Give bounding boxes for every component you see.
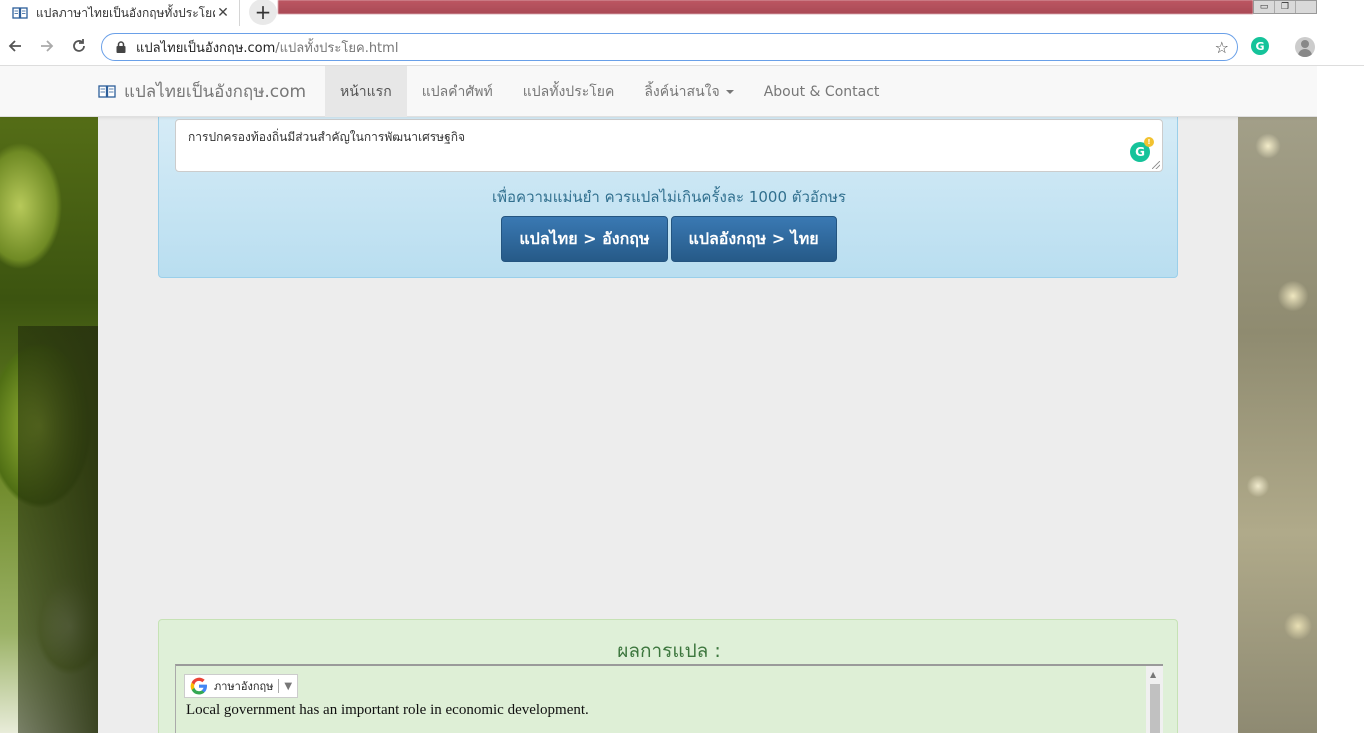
grammarly-icon[interactable]: G ! — [1130, 137, 1154, 162]
result-title: ผลการแปล : — [617, 640, 721, 662]
nav-item-sentence[interactable]: แปลทั้งประโยค — [508, 66, 630, 117]
resize-handle[interactable] — [1152, 161, 1160, 169]
back-button[interactable] — [4, 35, 26, 57]
book-icon — [12, 7, 28, 19]
nav-item-links-dropdown[interactable]: ลิ้งค์น่าสนใจ — [629, 66, 748, 117]
nav-menu: หน้าแรก แปลคำศัพท์ แปลทั้งประโยค ลิ้งค์น… — [325, 66, 894, 117]
new-tab-button[interactable]: + — [249, 0, 277, 25]
brand-text: แปลไทยเป็นอังกฤษ.com — [124, 82, 307, 102]
result-frame: ภาษาอังกฤษ ▼ Local government has an imp… — [175, 664, 1163, 733]
url-path: /แปลทั้งประโยค.html — [275, 40, 399, 56]
translate-th-en-button[interactable]: แปลไทย > อังกฤษ — [501, 216, 668, 262]
address-bar[interactable]: แปลไทยเป็นอังกฤษ.com /แปลทั้งประโยค.html… — [101, 33, 1238, 61]
tab-strip: แปลภาษาไทยเป็นอังกฤษทั้งประโยค ✕ + ▭ ❐ — [0, 0, 1364, 26]
scroll-up-icon[interactable]: ▲ — [1150, 670, 1156, 679]
browser-toolbar: แปลไทยเป็นอังกฤษ.com /แปลทั้งประโยค.html… — [0, 26, 1364, 66]
translate-buttons: แปลไทย > อังกฤษ แปลอังกฤษ > ไทย — [159, 216, 1179, 262]
browser-tab[interactable]: แปลภาษาไทยเป็นอังกฤษทั้งประโยค ✕ — [0, 0, 240, 26]
caret-down-icon — [725, 89, 734, 94]
brand-link[interactable]: แปลไทยเป็นอังกฤษ.com — [98, 66, 306, 117]
profile-avatar[interactable] — [1295, 37, 1315, 57]
nav-item-about[interactable]: About & Contact — [749, 66, 895, 117]
scroll-thumb[interactable] — [1150, 684, 1160, 733]
url-host: แปลไทยเป็นอังกฤษ.com — [136, 40, 276, 56]
window-controls: ▭ ❐ — [1253, 0, 1317, 14]
close-icon[interactable]: ✕ — [215, 5, 231, 21]
nav-item-home[interactable]: หน้าแรก — [325, 66, 407, 117]
background-shadow — [18, 326, 98, 733]
site-navbar: แปลไทยเป็นอังกฤษ.com หน้าแรก แปลคำศัพท์ … — [0, 66, 1317, 117]
grammarly-extension-icon[interactable]: G — [1251, 37, 1269, 55]
dropdown-arrow-icon: ▼ — [284, 680, 293, 692]
background-window-titlebar — [278, 0, 1253, 14]
char-limit-hint: เพื่อความแม่นยำ ควรแปลไม่เกินครั้งละ 100… — [492, 188, 846, 206]
tab-title: แปลภาษาไทยเป็นอังกฤษทั้งประโยค — [36, 5, 215, 20]
minimize-icon[interactable]: ▭ — [1254, 1, 1275, 13]
close-window-icon[interactable] — [1296, 1, 1316, 13]
page-viewport: แปลไทยเป็นอังกฤษ.com หน้าแรก แปลคำศัพท์ … — [0, 66, 1317, 733]
translation-result-panel: ผลการแปล : ภาษาอังกฤษ ▼ Local government… — [158, 619, 1178, 733]
reload-button[interactable] — [68, 35, 90, 57]
source-text: การปกครองท้องถิ่นมีส่วนสำคัญในการพัฒนาเศ… — [188, 130, 466, 144]
language-select[interactable]: ภาษาอังกฤษ ▼ — [184, 674, 299, 698]
google-icon — [190, 677, 207, 695]
scrollbar[interactable]: ▲ — [1146, 666, 1163, 733]
nav-item-links-label: ลิ้งค์น่าสนใจ — [644, 83, 720, 100]
language-label: ภาษาอังกฤษ — [214, 680, 274, 693]
divider — [278, 679, 280, 693]
star-icon[interactable]: ☆ — [1215, 38, 1229, 57]
translate-input-panel: การปกครองท้องถิ่นมีส่วนสำคัญในการพัฒนาเศ… — [158, 98, 1178, 278]
grammarly-alert-icon: ! — [1144, 137, 1154, 147]
forward-button[interactable] — [36, 35, 58, 57]
source-text-input[interactable]: การปกครองท้องถิ่นมีส่วนสำคัญในการพัฒนาเศ… — [175, 119, 1163, 172]
translated-text: Local government has an important role i… — [186, 702, 589, 718]
translate-en-th-button[interactable]: แปลอังกฤษ > ไทย — [670, 216, 837, 262]
book-icon — [98, 85, 116, 98]
background-flowers-right — [1238, 66, 1317, 733]
restore-icon[interactable]: ❐ — [1275, 1, 1296, 13]
arrow-right-icon — [41, 40, 54, 52]
grammarly-letter: G — [1135, 145, 1145, 159]
nav-item-vocabulary[interactable]: แปลคำศัพท์ — [407, 66, 508, 117]
arrow-left-icon — [8, 40, 21, 52]
reload-icon — [73, 39, 85, 52]
lock-icon — [116, 41, 126, 53]
